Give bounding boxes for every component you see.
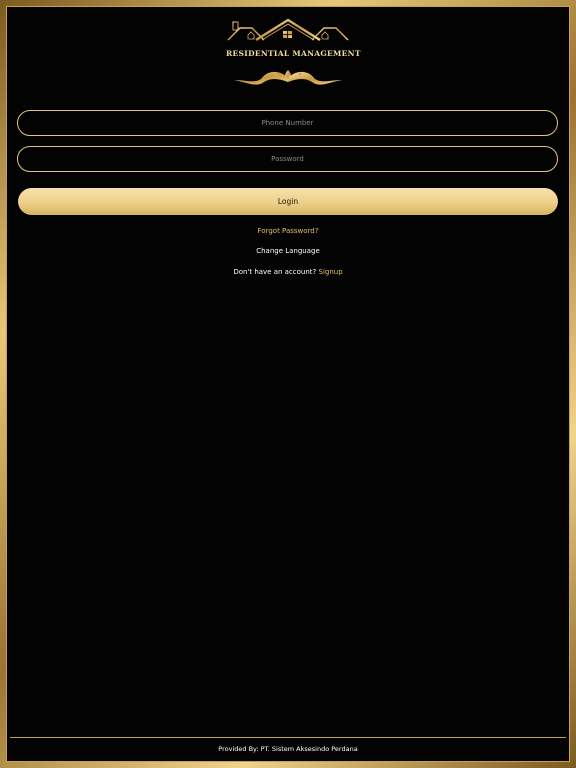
password-input[interactable]	[17, 146, 558, 172]
phone-number-input[interactable]	[17, 110, 558, 136]
signup-link[interactable]: Signup	[319, 268, 343, 276]
footer-divider	[10, 737, 566, 738]
brand-title: RESIDENTIAL MANAGEMENT	[226, 49, 361, 58]
signup-prompt: Don't have an account? Signup	[0, 268, 576, 276]
change-language-link[interactable]: Change Language	[0, 247, 576, 255]
brand-logo: RESIDENTIAL MANAGEMENT	[226, 18, 361, 90]
footer-provided-by: Provided By: PT. Sistem Aksesindo Perdan…	[218, 745, 358, 753]
no-account-text: Don't have an account?	[233, 268, 317, 276]
forgot-password-link[interactable]: Forgot Password?	[0, 227, 576, 235]
login-button[interactable]: Login	[18, 188, 558, 215]
